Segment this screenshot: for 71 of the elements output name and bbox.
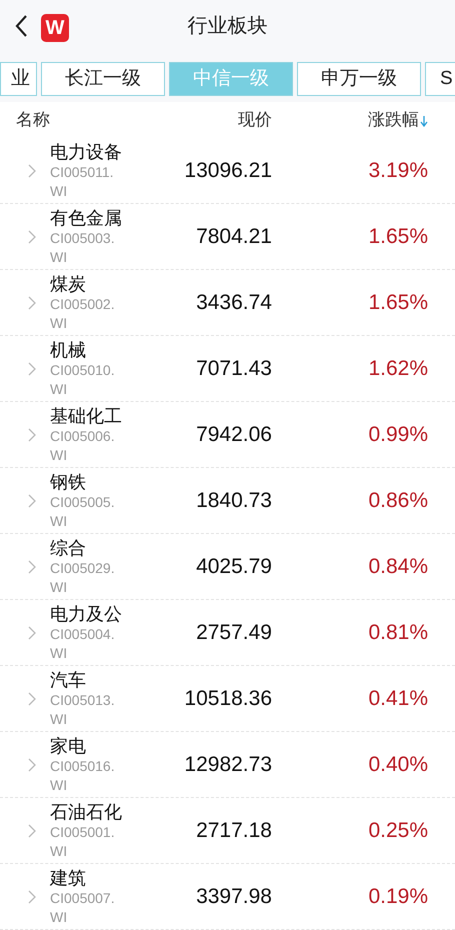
change-cell: 0.86% [368,488,428,512]
chevron-right-icon[interactable] [28,362,36,376]
price-cell: 7071.43 [196,356,272,380]
price-cell: 3436.74 [196,290,272,314]
sector-name: 汽车 [50,668,87,690]
price-cell: 3397.98 [196,884,272,908]
column-header[interactable]: 名称 [16,110,50,130]
price-cell: 2757.49 [196,620,272,644]
change-cell: 1.65% [368,290,428,314]
sector-code: CI005010.WI [50,360,116,398]
chevron-right-icon[interactable] [28,494,36,508]
chevron-right-icon[interactable] [28,890,36,904]
sector-name: 石油石化 [50,800,122,822]
price-cell: 12982.73 [184,752,272,776]
sector-code: CI005013.WI [50,690,116,728]
sector-name: 机械 [50,338,87,360]
sector-code: CI005002.WI [50,294,116,332]
change-cell: 0.99% [368,422,428,446]
sector-name: 建筑 [50,866,87,888]
sector-code: CI005001.WI [50,822,116,860]
chevron-right-icon[interactable] [28,626,36,640]
change-cell: 0.84% [368,554,428,578]
change-cell: 1.62% [368,356,428,380]
column-header[interactable]: 现价 [238,110,272,130]
sector-name: 煤炭 [50,272,87,294]
page-title: 行业板块 [188,14,268,39]
column-header[interactable]: 涨跌幅 [368,107,428,133]
chevron-right-icon[interactable] [28,692,36,706]
tab[interactable]: S [425,62,455,96]
sector-name: 基础化工 [50,404,122,426]
change-cell: 3.19% [368,158,428,182]
tab[interactable]: 业 [0,62,37,96]
chevron-right-icon[interactable] [28,230,36,244]
chevron-right-icon[interactable] [28,164,36,178]
change-cell: 0.40% [368,752,428,776]
tab[interactable]: 长江一级 [41,62,165,96]
tab[interactable]: 申万一级 [297,62,421,96]
sector-code: CI005029.WI [50,558,116,596]
chevron-right-icon[interactable] [28,824,36,838]
change-cell: 1.65% [368,224,428,248]
price-cell: 2717.18 [196,818,272,842]
sector-code: CI005011.WI [50,162,115,200]
back-icon[interactable] [14,14,28,38]
price-cell: 7804.21 [196,224,272,248]
app-logo[interactable]: W [41,14,69,42]
chevron-right-icon[interactable] [28,758,36,772]
sector-name: 综合 [50,536,87,558]
price-cell: 1840.73 [196,488,272,512]
price-cell: 4025.79 [196,554,272,578]
change-cell: 0.81% [368,620,428,644]
chevron-right-icon[interactable] [28,296,36,310]
sector-name: 家电 [50,734,87,756]
sector-name: 有色金属 [50,206,122,228]
sector-name: 电力及公 [50,602,122,624]
sector-code: CI005005.WI [50,492,116,530]
sector-code: CI005004.WI [50,624,116,662]
change-cell: 0.41% [368,686,428,710]
sector-code: CI005003.WI [50,228,116,266]
chevron-right-icon[interactable] [28,560,36,574]
change-cell: 0.25% [368,818,428,842]
price-cell: 7942.06 [196,422,272,446]
sector-code: CI005016.WI [50,756,116,794]
sector-code: CI005007.WI [50,888,116,926]
sort-down-icon[interactable] [420,114,428,127]
change-cell: 0.19% [368,884,428,908]
sector-code: CI005006.WI [50,426,116,464]
sector-name: 钢铁 [50,470,87,492]
chevron-right-icon[interactable] [28,428,36,442]
price-cell: 13096.21 [184,158,272,182]
price-cell: 10518.36 [184,686,272,710]
sector-name: 电力设备 [50,140,122,162]
